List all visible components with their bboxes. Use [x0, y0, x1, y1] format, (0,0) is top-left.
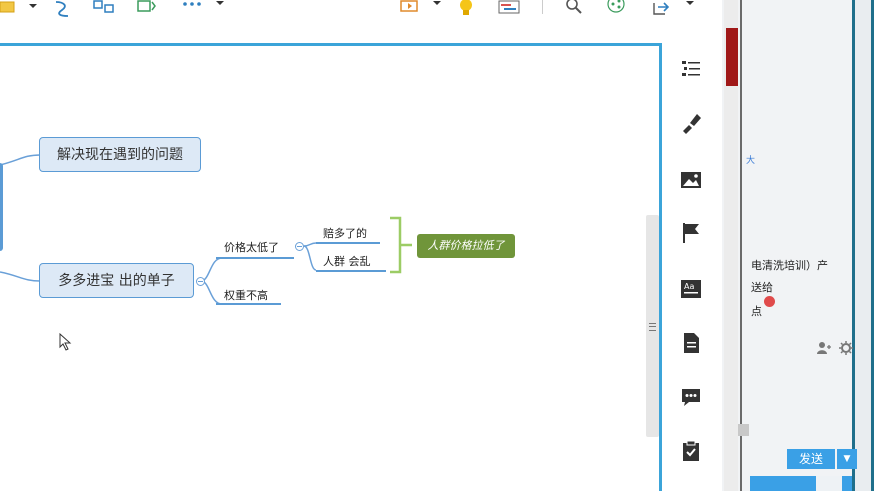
flag-marker-icon[interactable]: [679, 221, 703, 245]
mouse-cursor-icon: [59, 333, 72, 351]
outline-icon[interactable]: [679, 57, 703, 81]
notes-icon[interactable]: [679, 331, 703, 355]
leaf-lost-money[interactable]: 赔多了的: [323, 225, 367, 241]
chat-line: 电清洗培训）产: [751, 259, 828, 272]
subtopic-underline: [216, 303, 281, 305]
task-checklist-icon[interactable]: [679, 439, 703, 463]
chat-bottom-tab[interactable]: [816, 476, 842, 491]
leaf-underline: [316, 270, 386, 272]
central-topic-edge[interactable]: [0, 163, 3, 251]
format-brush-icon[interactable]: [679, 111, 703, 135]
svg-text:Aa: Aa: [684, 282, 694, 291]
chat-small-mark: 大: [746, 156, 756, 166]
image-icon[interactable]: [679, 168, 703, 192]
canvas-scrollbar[interactable]: [646, 215, 659, 437]
mindmap-connectors: [0, 154, 412, 305]
subtopic-underline: [216, 257, 294, 259]
chat-divider: [740, 0, 742, 491]
main-topic-solve-problems[interactable]: 解决现在遇到的问题: [39, 137, 201, 172]
comment-icon[interactable]: [679, 385, 703, 409]
leaf-underline: [316, 242, 380, 244]
subtopic-price-too-low[interactable]: 价格太低了: [224, 239, 279, 255]
summary-topic[interactable]: 人群价格拉低了: [417, 234, 515, 258]
contact-icon[interactable]: [816, 341, 832, 355]
settings-gear-icon[interactable]: [838, 340, 854, 356]
chat-right-panel: [855, 0, 871, 491]
font-style-icon[interactable]: Aa: [679, 277, 703, 301]
chat-scrollbar-thumb[interactable]: [738, 424, 749, 436]
chat-scroll-marker: [726, 28, 738, 86]
scrollbar-grip[interactable]: [649, 323, 656, 331]
leaf-crowd-chaos[interactable]: 人群 会乱: [323, 253, 371, 269]
main-topic-duoduo-orders[interactable]: 多多进宝 出的单子: [39, 263, 194, 298]
chat-line: 送给: [751, 281, 773, 294]
dropdown-arrow-icon[interactable]: [685, 0, 695, 20]
send-options-dropdown[interactable]: ▼: [837, 449, 857, 469]
collapse-toggle[interactable]: [196, 277, 205, 286]
send-button[interactable]: 发送: [787, 449, 835, 469]
chat-line: 点: [751, 305, 762, 318]
collapse-toggle[interactable]: [295, 242, 304, 251]
subtopic-low-weight[interactable]: 权重不高: [224, 287, 268, 303]
emoji-rose-icon: [764, 296, 775, 307]
